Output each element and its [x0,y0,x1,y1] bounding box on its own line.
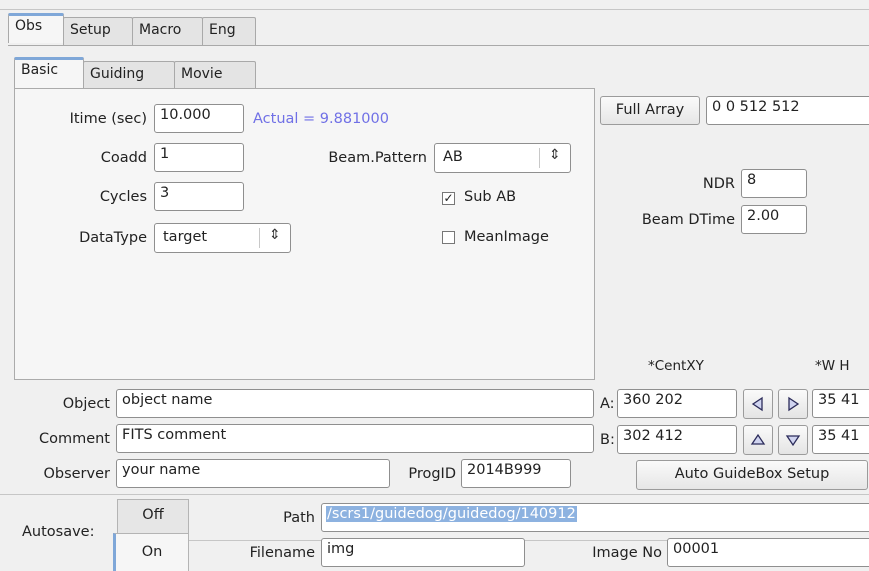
autosave-divider [0,494,869,495]
coadd-label: Coadd [100,150,147,166]
move-left-button[interactable] [743,389,773,419]
comment-input[interactable]: FITS comment [116,424,594,453]
beam-pattern-value: AB [443,149,463,165]
ndr-input[interactable]: 8 [741,169,807,198]
observer-input[interactable]: your name [116,459,390,488]
meanimage-checkbox[interactable] [442,231,455,244]
beam-dtime-input[interactable]: 2.00 [741,205,807,234]
tab-setup[interactable]: Setup [63,17,133,45]
autosave-label: Autosave: [22,524,95,540]
move-down-button[interactable] [778,425,808,455]
tab-bar-divider [8,45,869,46]
guidebox-b-cent-input[interactable]: 302 412 [617,425,737,454]
cycles-input[interactable]: 3 [154,182,244,211]
tab-obs-label: Obs [15,18,43,34]
tab-macro-label: Macro [139,22,182,38]
actual-itime-text: Actual = 9.881000 [253,111,389,127]
progid-label: ProgID [408,466,456,482]
itime-label: Itime (sec) [69,111,147,127]
object-label: Object [62,396,110,412]
tab-guiding-label: Guiding [90,66,145,82]
beam-pattern-label: Beam.Pattern [328,150,427,166]
tab-obs[interactable]: Obs [8,13,64,43]
updown-arrows-icon: ⇕ [549,147,561,163]
meanimage-label: MeanImage [464,229,549,245]
guidebox-a-wh-input[interactable]: 35 41 [812,389,869,418]
triangle-right-icon [788,396,800,412]
autosave-off-label: Off [142,507,164,523]
tab-eng-label: Eng [209,22,236,38]
tab-setup-label: Setup [70,22,111,38]
imageno-label: Image No [592,545,662,561]
filename-input[interactable]: img [321,538,525,567]
cycles-label: Cycles [99,189,147,205]
sub-ab-checkbox[interactable]: ✓ [442,192,455,205]
tab-macro[interactable]: Macro [132,17,203,45]
tab-basic-label: Basic [21,62,59,78]
tab-guiding[interactable]: Guiding [83,61,175,89]
itime-input[interactable]: 10.000 [154,104,244,133]
beam-pattern-select[interactable]: AB ⇕ [434,143,571,173]
tab-eng[interactable]: Eng [202,17,256,45]
move-right-button[interactable] [778,389,808,419]
path-value: /scrs1/guidedog/guidedog/140912 [326,506,577,522]
centxy-header: *CentXY [648,358,704,374]
datatype-value: target [163,229,208,245]
progid-input[interactable]: 2014B999 [461,459,571,488]
comment-label: Comment [38,431,110,447]
path-label: Path [283,510,315,526]
full-array-input[interactable]: 0 0 512 512 [706,96,869,125]
autosave-on-label: On [141,544,163,560]
guidebox-b-wh-input[interactable]: 35 41 [812,425,869,454]
tab-basic[interactable]: Basic [14,57,84,88]
ndr-label: NDR [702,176,735,192]
datatype-label: DataType [79,230,147,246]
sub-ab-label: Sub AB [464,189,517,205]
tab-movie-label: Movie [181,66,223,82]
autosave-on-tab[interactable]: On [113,533,189,571]
observer-label: Observer [43,466,110,482]
tab-movie[interactable]: Movie [174,61,256,89]
wh-header: *W H [815,358,850,374]
object-input[interactable]: object name [116,389,594,418]
autosave-off-tab[interactable]: Off [117,499,189,535]
guidebox-b-label: B: [600,432,615,448]
guidebox-a-cent-input[interactable]: 360 202 [617,389,737,418]
auto-guidebox-setup-button[interactable]: Auto GuideBox Setup [636,460,868,490]
imageno-input[interactable]: 00001 [667,538,869,567]
datatype-select[interactable]: target ⇕ [154,223,291,253]
triangle-down-icon [785,435,801,447]
filename-label: Filename [249,545,315,561]
path-input[interactable]: /scrs1/guidedog/guidedog/140912 [321,503,869,532]
full-array-button[interactable]: Full Array [600,96,700,125]
triangle-up-icon [750,433,766,445]
updown-arrows-icon: ⇕ [269,227,281,243]
triangle-left-icon [751,396,763,412]
move-up-button[interactable] [743,425,773,455]
coadd-input[interactable]: 1 [154,143,244,172]
beam-dtime-label: Beam DTime [641,212,735,228]
guidebox-a-label: A: [600,396,615,412]
